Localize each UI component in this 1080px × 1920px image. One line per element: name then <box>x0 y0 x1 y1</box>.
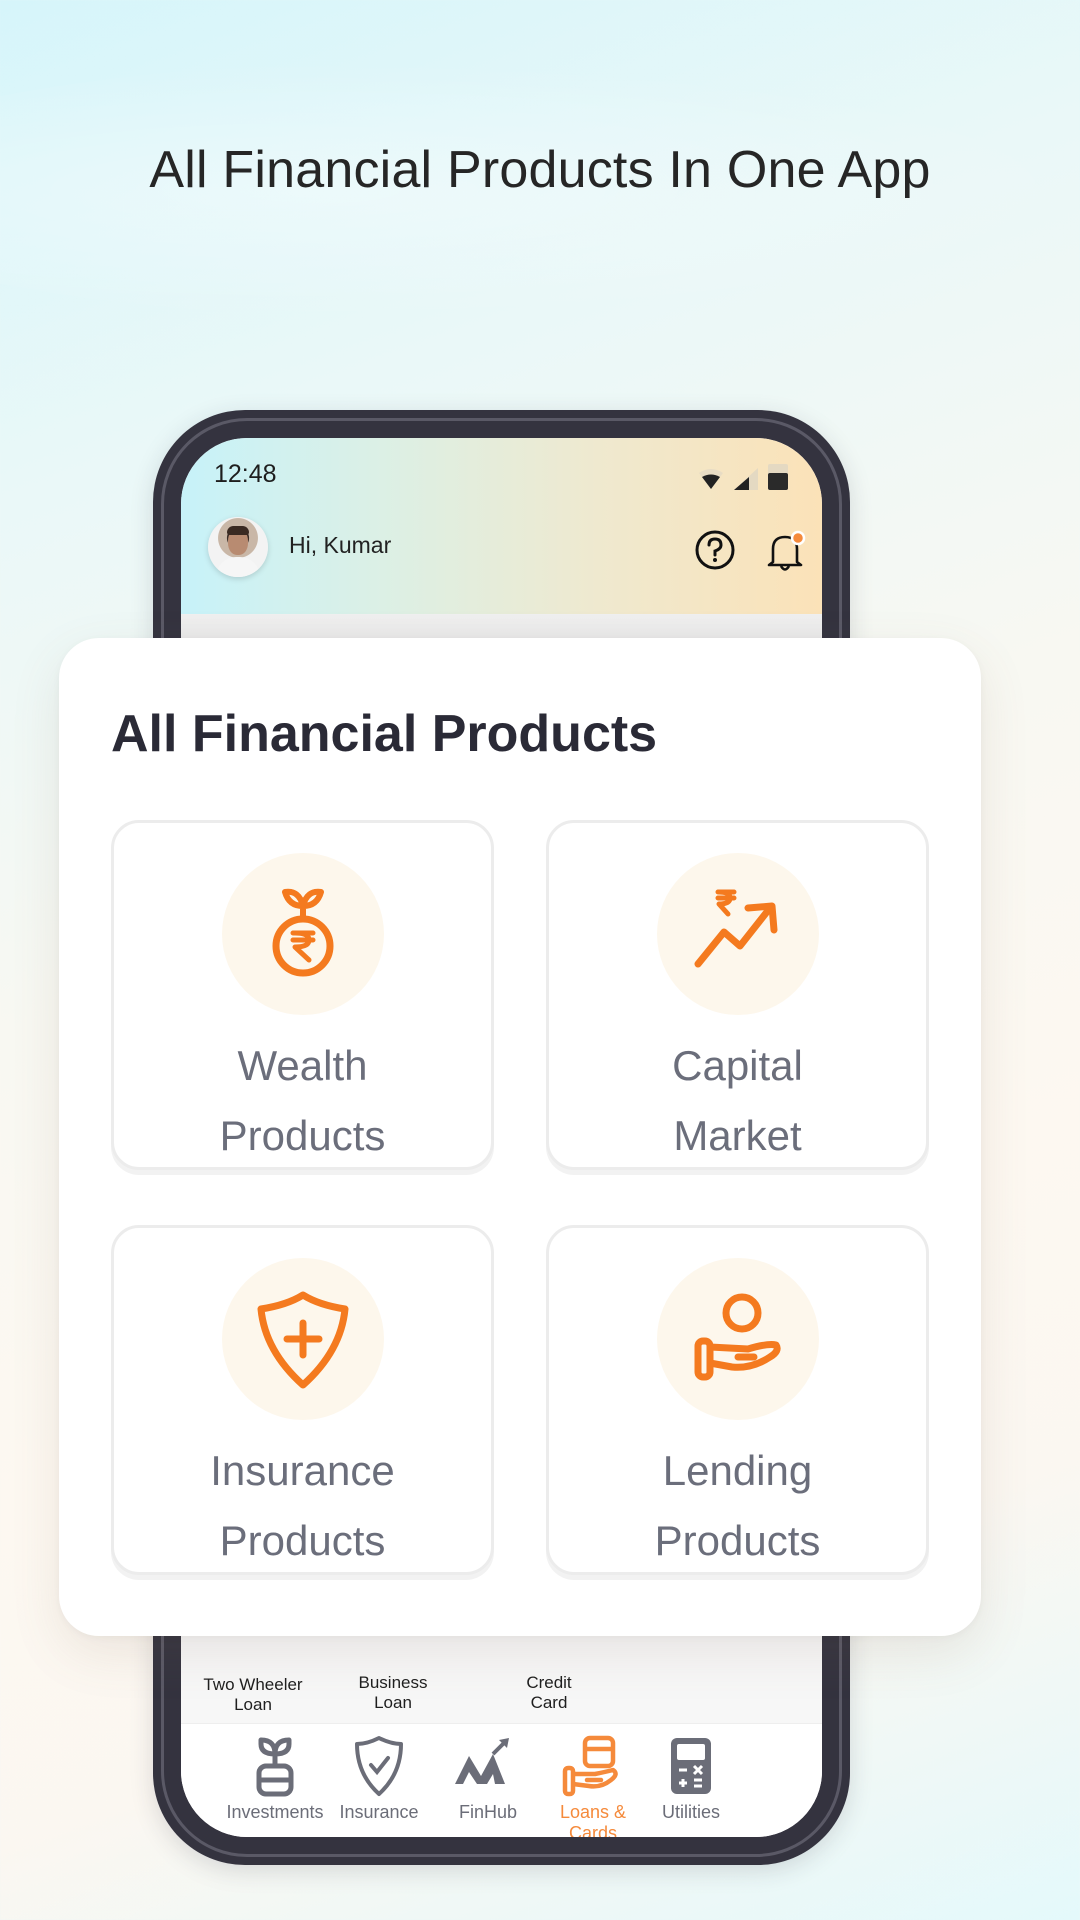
bottom-nav: Investments Insurance FinHub Loans & Car… <box>181 1723 822 1837</box>
nav-finhub[interactable]: FinHub <box>433 1724 543 1837</box>
peek-label: Two Wheeler <box>203 1675 303 1694</box>
tile-label: Lending Products <box>654 1447 821 1564</box>
nav-label: Utilities <box>661 1802 720 1822</box>
tile-label: Capital Market <box>672 1042 803 1159</box>
peek-label: Loan <box>374 1693 412 1712</box>
peek-label: Business <box>358 1673 428 1692</box>
signal-icon <box>734 468 758 490</box>
hand-card-icon <box>562 1735 618 1797</box>
peek-label: Loan <box>234 1695 272 1714</box>
nav-investments[interactable]: Investments <box>220 1724 330 1837</box>
wifi-icon <box>699 469 723 489</box>
nav-utilities[interactable]: Utilities <box>636 1724 746 1837</box>
nav-insurance[interactable]: Insurance <box>324 1724 434 1837</box>
tile-label: Insurance Products <box>210 1447 395 1564</box>
plant-coin-icon <box>256 1737 294 1797</box>
calculator-icon <box>671 1738 711 1794</box>
finhub-logo-icon <box>455 1738 509 1784</box>
app-header: 12:48 Hi, Kumar <box>181 438 822 614</box>
nav-label: Insurance <box>339 1802 419 1822</box>
promo-headline: All Financial Products In One App <box>149 141 931 199</box>
tile-capital-market[interactable]: Capital Market <box>546 820 929 1170</box>
status-icons <box>698 464 788 490</box>
tile-wealth-products[interactable]: Wealth Products <box>111 820 494 1170</box>
peek-label: Credit <box>526 1673 572 1692</box>
rupee-trend-up-icon <box>694 889 777 968</box>
tile-label: Wealth Products <box>219 1042 386 1159</box>
tile-insurance-products[interactable]: Insurance Products <box>111 1225 494 1575</box>
battery-icon <box>768 464 788 490</box>
user-avatar[interactable] <box>208 517 268 577</box>
tile-icon-circle <box>221 1258 384 1420</box>
peek-label: Card <box>530 1693 568 1712</box>
nav-loans-cards[interactable]: Loans & Cards <box>538 1724 648 1837</box>
status-time: 12:48 <box>214 460 277 488</box>
nav-label: FinHub <box>458 1802 518 1822</box>
tile-icon-circle <box>656 1258 819 1420</box>
greeting-text: Hi, Kumar <box>289 532 392 558</box>
notification-bell-icon[interactable] <box>763 528 807 572</box>
hand-coin-icon <box>694 1293 781 1381</box>
notification-dot <box>790 530 806 546</box>
nav-label: Loans & Cards <box>559 1802 627 1837</box>
tile-icon-circle <box>221 853 384 1015</box>
money-plant-rupee-icon <box>272 888 333 977</box>
shield-check-icon <box>355 1736 403 1796</box>
section-title: All Financial Products <box>111 705 658 763</box>
tile-lending-products[interactable]: Lending Products <box>546 1225 929 1575</box>
all-products-card: All Financial Products Wealth Products C… <box>59 638 981 1636</box>
help-icon[interactable] <box>693 528 737 572</box>
shield-plus-icon <box>257 1291 348 1389</box>
tile-icon-circle <box>656 853 819 1015</box>
nav-label: Investments <box>226 1802 324 1822</box>
